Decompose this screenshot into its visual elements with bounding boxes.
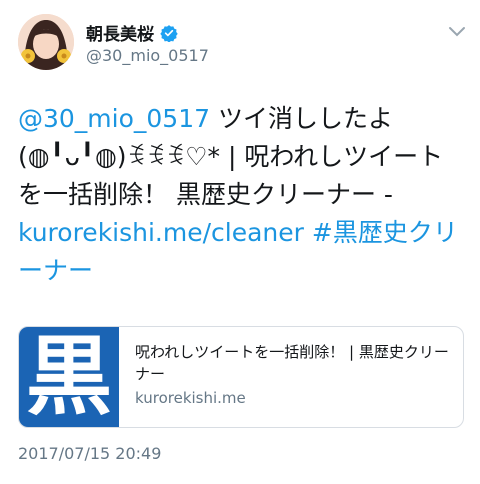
card-domain: kurorekishi.me [135,389,246,407]
tweet-header: 朝長美桜 @30_mio_0517 [0,0,480,86]
link-card[interactable]: 黒 呪われしツイートを一括削除！ | 黒歴史クリーナー kurorekishi.… [18,326,464,428]
chevron-down-icon[interactable] [448,26,466,38]
tweet-text: @30_mio_0517 ツイ消ししたよ(◍╹ᴗ╹◍)ꉂꉂꉂ♡* | 呪われしツ… [18,100,468,290]
verified-badge-icon [160,24,178,42]
tweet-timestamp[interactable]: 2017/07/15 20:49 [18,444,161,463]
user-handle[interactable]: @30_mio_0517 [86,46,209,65]
mention-link[interactable]: @30_mio_0517 [18,104,210,133]
card-title: 呪われしツイートを一括削除！ | 黒歴史クリーナー [135,343,449,383]
display-name[interactable]: 朝長美桜 [86,20,154,45]
url-link[interactable]: kurorekishi.me/cleaner [18,218,304,247]
card-thumb-glyph: 黒 [26,326,112,427]
avatar[interactable] [18,14,74,70]
card-thumbnail: 黒 [19,327,119,427]
